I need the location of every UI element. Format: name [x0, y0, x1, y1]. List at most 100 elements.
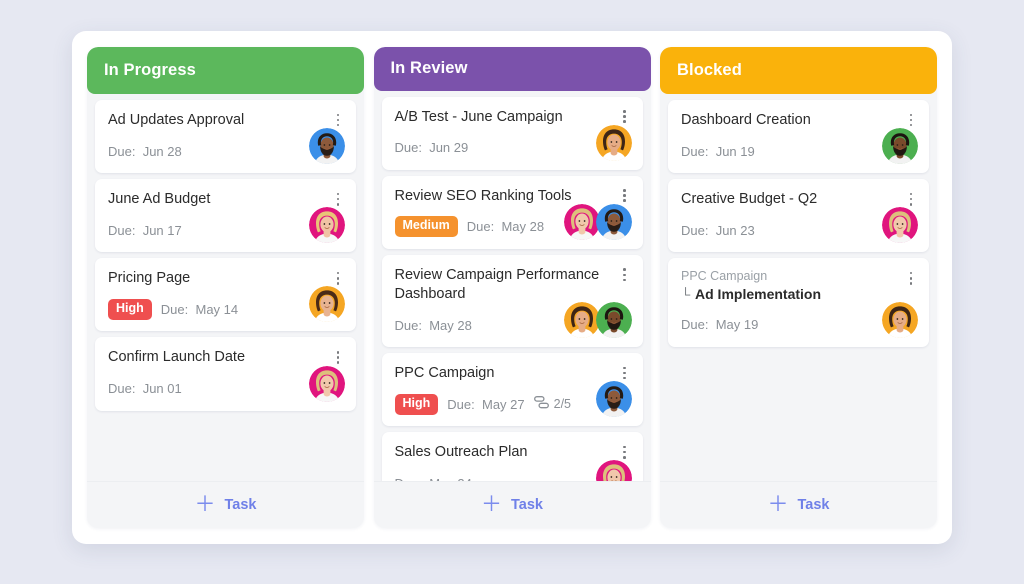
task-card[interactable]: Creative Budget - Q2 Due: Jun 23 [668, 179, 929, 253]
subtask-count: 2/5 [553, 397, 572, 412]
plus-icon: ＋ [194, 492, 216, 516]
priority-badge: High [394, 393, 439, 415]
due-value: May 14 [195, 301, 239, 317]
due-value: Jun 01 [142, 381, 182, 396]
kanban-column-in-progress: In Progress Ad Updates Approval Due: Jun 2… [87, 47, 364, 528]
assignee-avatars [309, 365, 345, 402]
column-header-blocked: Blocked [660, 47, 937, 94]
assignee-avatars [595, 460, 632, 481]
task-card[interactable]: A/B Test - June Campaign Due: Jun 29 [381, 96, 643, 170]
card-title-row: A/B Test - June Campaign [395, 108, 630, 127]
card-meta-row: Due: Jun 19 [681, 140, 916, 162]
avatar-male-green[interactable] [882, 128, 918, 165]
card-title: Ad Updates Approval [108, 112, 245, 128]
card-meta-row: High Due: May 27 2/5 [394, 393, 630, 415]
due-label: Due: [108, 381, 136, 396]
subtask-icon [533, 396, 549, 412]
due-label: Due: [466, 219, 495, 235]
card-meta-row: Due: May 19 [681, 314, 916, 336]
avatar-female-yellow[interactable] [882, 301, 918, 338]
due-date: Due: May 14 [161, 302, 238, 317]
due-value: May 28 [501, 219, 545, 235]
task-card[interactable]: Review Campaign Performance Dashboard Due… [381, 254, 643, 348]
task-card[interactable]: Pricing Page High Due: May 14 [95, 258, 356, 332]
kebab-menu-icon[interactable] [903, 111, 919, 129]
task-card[interactable]: PPC Campaign High Due: May 27 2/5 [381, 353, 643, 427]
kebab-menu-icon[interactable] [903, 269, 919, 287]
due-date: Due: Jun 28 [108, 144, 182, 159]
due-value: May 24 [429, 476, 472, 481]
assignee-avatars [309, 207, 345, 244]
priority-badge: Medium [394, 216, 458, 238]
add-task-button-blocked[interactable]: ＋ Task [660, 481, 937, 528]
due-value: Jun 29 [429, 140, 469, 156]
assignee-avatars [882, 301, 918, 338]
card-title-row: PPC Campaign [395, 364, 630, 383]
kebab-menu-icon[interactable] [617, 443, 633, 461]
card-title: A/B Test - June Campaign [394, 108, 563, 125]
task-card[interactable]: PPC Campaign └ Ad Implementation Due: May 1… [668, 258, 929, 347]
card-title: Pricing Page [108, 270, 191, 287]
avatar-male-blue[interactable] [595, 203, 632, 240]
assignee-avatars [309, 128, 345, 165]
card-title: Sales Outreach Plan [394, 444, 528, 461]
kebab-menu-icon[interactable] [617, 364, 633, 382]
add-task-button-in-review[interactable]: ＋ Task [373, 481, 651, 528]
avatar-female-pink[interactable] [595, 460, 632, 481]
task-card[interactable]: Confirm Launch Date Due: Jun 01 [95, 337, 356, 411]
assignee-avatars [595, 124, 632, 161]
due-label: Due: [108, 222, 136, 238]
card-meta-row: Due: Jun 29 [395, 137, 630, 159]
assignee-avatars [309, 286, 345, 323]
card-meta-row: High Due: May 14 [108, 298, 343, 320]
kebab-menu-icon[interactable] [330, 269, 346, 287]
task-card[interactable]: Dashboard Creation Due: Jun 19 [668, 100, 929, 174]
column-card-list-in-review: A/B Test - June Campaign Due: Jun 29 Revi… [374, 91, 651, 481]
kanban-column-blocked: Blocked Dashboard Creation Due: Jun 19 Cre… [660, 47, 937, 528]
avatar-male-green[interactable] [595, 302, 632, 339]
avatar-male-blue[interactable] [595, 381, 632, 418]
column-card-list-blocked: Dashboard Creation Due: Jun 19 Creative B… [660, 94, 937, 481]
card-meta-row: Due: May 24 [395, 472, 630, 481]
parent-task-label: PPC Campaign [681, 269, 768, 284]
avatar-female-yellow[interactable] [595, 124, 632, 161]
avatar-female-pink[interactable] [563, 203, 600, 240]
card-title: Dashboard Creation [681, 112, 811, 128]
due-value: Jun 19 [715, 143, 755, 159]
task-card[interactable]: Ad Updates Approval Due: Jun 28 [95, 100, 356, 174]
avatar-female-pink[interactable] [309, 365, 345, 402]
avatar-female-pink[interactable] [882, 207, 918, 244]
column-header-in-review: In Review [373, 47, 651, 91]
task-card[interactable]: Review SEO Ranking Tools Medium Due: May 2… [381, 175, 643, 249]
avatar-male-blue[interactable] [309, 128, 345, 165]
card-title: PPC Campaign [394, 365, 495, 382]
add-task-button-in-progress[interactable]: ＋ Task [87, 481, 364, 528]
priority-badge: High [108, 299, 152, 320]
task-card[interactable]: June Ad Budget Due: Jun 17 [95, 179, 356, 253]
kebab-menu-icon[interactable] [903, 190, 919, 208]
due-value: May 27 [481, 396, 525, 412]
kanban-column-in-review: In Review A/B Test - June Campaign Due: Ju… [373, 47, 651, 528]
avatar-female-yellow[interactable] [563, 302, 600, 339]
assignee-avatars [882, 207, 918, 244]
column-title: Blocked [677, 61, 742, 79]
avatar-female-yellow[interactable] [309, 286, 345, 323]
card-meta-row: Due: Jun 23 [681, 219, 916, 241]
kebab-menu-icon[interactable] [617, 266, 633, 284]
kebab-menu-icon[interactable] [330, 348, 346, 366]
kebab-menu-icon[interactable] [330, 111, 346, 129]
due-date: Due: Jun 17 [108, 223, 182, 238]
due-label: Due: [394, 317, 422, 333]
card-title-text: Ad Implementation [695, 286, 822, 303]
kebab-menu-icon[interactable] [617, 187, 633, 205]
add-task-label: Task [224, 497, 257, 513]
card-title: Review Campaign Performance Dashboard [394, 266, 600, 302]
due-value: May 19 [715, 317, 759, 333]
task-card[interactable]: Sales Outreach Plan Due: May 24 [381, 432, 643, 481]
due-value: Jun 17 [142, 222, 182, 238]
avatar-female-pink[interactable] [309, 207, 345, 244]
due-label: Due: [394, 140, 422, 156]
kebab-menu-icon[interactable] [330, 190, 346, 208]
column-title: In Progress [104, 61, 196, 79]
kebab-menu-icon[interactable] [617, 108, 633, 126]
